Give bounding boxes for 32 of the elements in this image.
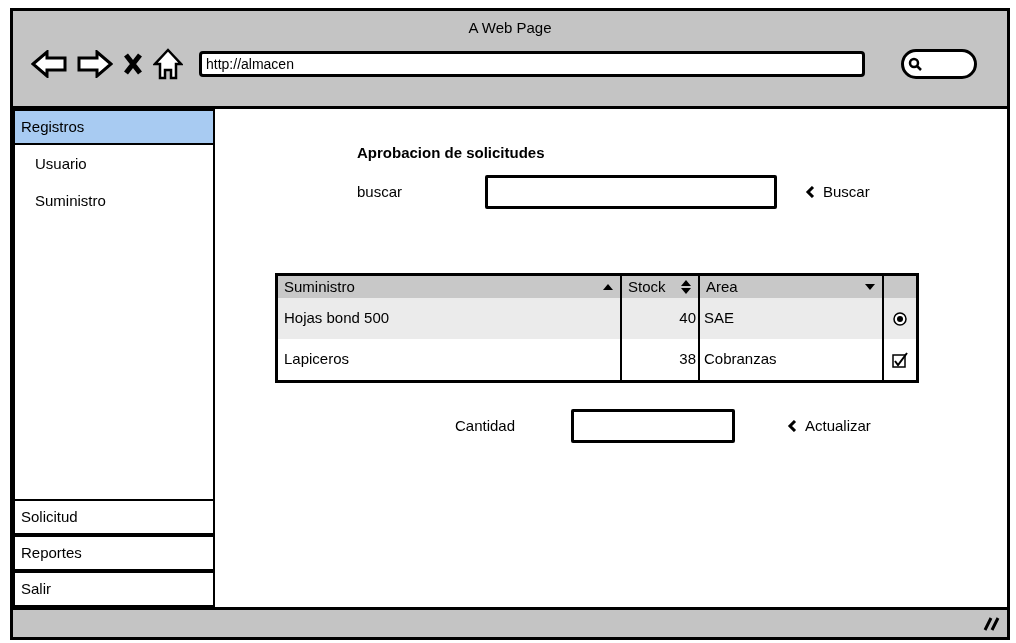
forward-icon[interactable]: [77, 49, 113, 78]
search-field[interactable]: [901, 48, 977, 79]
table-row[interactable]: Hojas bond 500 40 SAE: [278, 298, 916, 339]
sidebar-section[interactable]: Solicitud: [13, 499, 215, 535]
sidebar-section[interactable]: Salir: [13, 571, 215, 607]
search-input[interactable]: [485, 175, 777, 209]
sidebar-section[interactable]: Reportes: [13, 535, 215, 571]
address-field[interactable]: http://almacen: [199, 50, 865, 77]
search-icon: [908, 56, 922, 71]
update-button[interactable]: Actualizar: [787, 414, 871, 438]
search-label: buscar: [357, 181, 404, 202]
sort-icon[interactable]: [680, 279, 692, 295]
chevron-left-icon: [787, 420, 797, 432]
sort-down-icon[interactable]: [864, 283, 876, 291]
table-cell: Lapiceros: [278, 339, 622, 380]
form-title: Aprobacion de solicitudes: [357, 144, 545, 161]
quantity-input[interactable]: [571, 409, 735, 443]
table-cell: 38: [622, 339, 700, 380]
sidebar-item[interactable]: Usuario: [35, 153, 193, 176]
sort-up-icon[interactable]: [602, 283, 614, 291]
table-cell: Cobranzas: [700, 339, 884, 380]
close-icon[interactable]: [123, 51, 143, 76]
back-icon[interactable]: [31, 49, 67, 78]
window-title: A Web Page: [468, 18, 552, 38]
radio-button[interactable]: [893, 311, 907, 326]
sidebar-section[interactable]: Registros: [13, 109, 215, 145]
checkbox[interactable]: [892, 351, 908, 368]
sidebar-item[interactable]: Suministro: [35, 189, 193, 212]
search-button[interactable]: Buscar: [805, 180, 870, 204]
chevron-left-icon: [805, 186, 815, 198]
quantity-label: Cantidad: [455, 415, 517, 436]
home-icon[interactable]: [153, 47, 183, 80]
